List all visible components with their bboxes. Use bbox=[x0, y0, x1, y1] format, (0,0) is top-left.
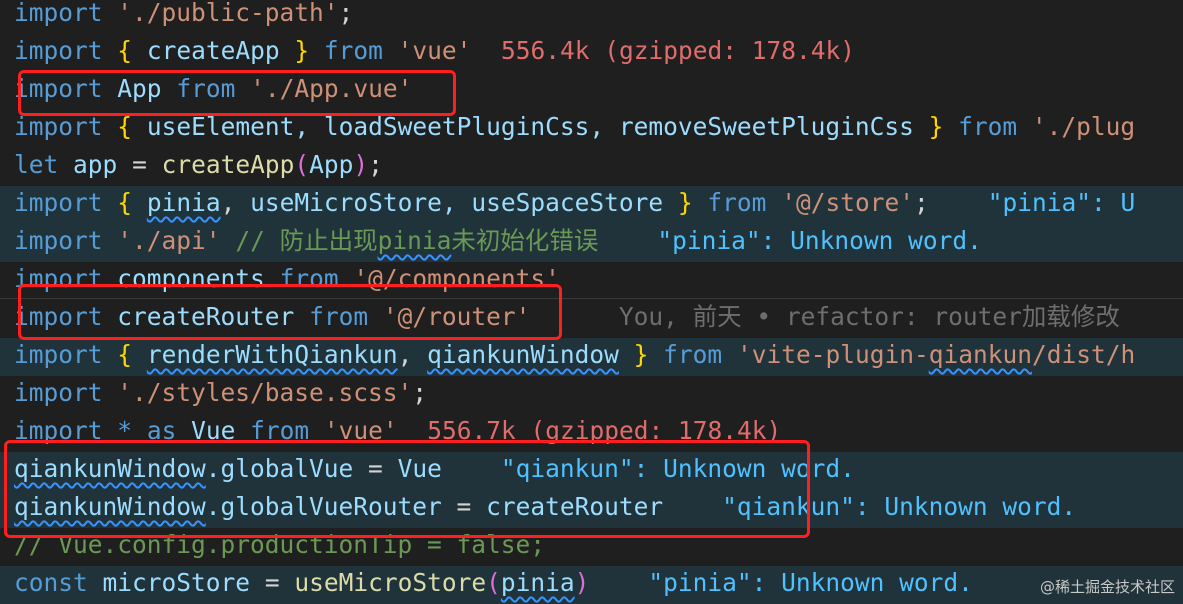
punctuation: , bbox=[397, 340, 413, 369]
keyword: import bbox=[14, 36, 103, 65]
keyword: import bbox=[14, 226, 103, 255]
comment: 未初始化错误 bbox=[451, 226, 599, 255]
identifier-spell-warning[interactable]: renderWithQiankun bbox=[147, 340, 398, 369]
code-line-16[interactable]: const microStore = useMicroStore(pinia) … bbox=[0, 566, 1183, 604]
diagnostic-message: "pinia": Unknown word. bbox=[657, 226, 982, 255]
string: 'vue' bbox=[397, 36, 472, 65]
string: './plug bbox=[1031, 112, 1136, 141]
comment-spell-warning[interactable]: pinia bbox=[378, 226, 452, 255]
brace: { bbox=[117, 188, 133, 217]
paren: ) bbox=[574, 568, 590, 597]
identifier-spell-warning[interactable]: pinia bbox=[147, 188, 221, 217]
paren: ) bbox=[353, 150, 369, 179]
function-call: useMicroStore bbox=[294, 568, 487, 597]
keyword: import bbox=[14, 340, 103, 369]
keyword: from bbox=[663, 340, 723, 369]
watermark: @稀土掘金技术社区 bbox=[1039, 578, 1175, 596]
operator: = bbox=[264, 568, 280, 597]
string: './api' bbox=[117, 226, 221, 255]
string: 'vite-plugin- bbox=[736, 340, 929, 369]
punctuation: ; bbox=[412, 378, 428, 407]
string: './styles/base.scss' bbox=[117, 378, 413, 407]
string-spell-warning[interactable]: qiankun bbox=[929, 340, 1032, 369]
punctuation: ; bbox=[913, 188, 929, 217]
punctuation: , bbox=[220, 188, 236, 217]
brace: } bbox=[928, 112, 944, 141]
identifier: createApp bbox=[146, 36, 280, 65]
paren: ( bbox=[486, 568, 501, 597]
operator: = bbox=[132, 150, 147, 179]
code-line-11[interactable]: import './styles/base.scss'; bbox=[0, 376, 1183, 414]
code-line-10[interactable]: import { renderWithQiankun, qiankunWindo… bbox=[0, 338, 1183, 376]
keyword: import bbox=[14, 112, 103, 141]
identifier: app bbox=[73, 150, 118, 179]
annotation-box-router-import bbox=[18, 284, 562, 340]
keyword: let bbox=[14, 150, 59, 179]
keyword: from bbox=[323, 36, 383, 65]
keyword: const bbox=[14, 568, 88, 597]
string: '@/store' bbox=[781, 188, 914, 217]
identifier-list: useElement, loadSweetPluginCss, removeSw… bbox=[146, 112, 914, 141]
string: /dist/h bbox=[1031, 340, 1136, 369]
annotation-box-qiankun-globals bbox=[4, 440, 810, 538]
brace: } bbox=[294, 36, 310, 65]
git-blame-annotation[interactable]: You, 前天 • refactor: router加载修改 bbox=[619, 302, 1120, 331]
punctuation: ; bbox=[368, 150, 383, 179]
code-line-7[interactable]: import './api' // 防止出现pinia未初始化错误 "pinia… bbox=[0, 224, 1183, 262]
comment: // 防止出现 bbox=[235, 226, 378, 255]
identifier-list: useMicroStore, useSpaceStore bbox=[250, 188, 664, 217]
annotation-box-app-import bbox=[18, 70, 456, 116]
keyword: import bbox=[14, 0, 103, 27]
brace: { bbox=[117, 36, 133, 65]
code-editor[interactable]: import './public-path'; import { createA… bbox=[0, 0, 1183, 604]
brace: { bbox=[117, 340, 133, 369]
diagnostic-message: "pinia": Unknown word. bbox=[648, 568, 973, 597]
identifier: App bbox=[309, 150, 354, 179]
code-line-6[interactable]: import { pinia, useMicroStore, useSpaceS… bbox=[0, 186, 1183, 224]
string: './public-path' bbox=[117, 0, 339, 27]
punctuation: ; bbox=[338, 0, 354, 27]
function-call: createApp bbox=[161, 150, 295, 179]
keyword: import bbox=[14, 378, 103, 407]
identifier-spell-warning[interactable]: pinia bbox=[501, 568, 575, 597]
code-line-2[interactable]: import { createApp } from 'vue' 556.4k (… bbox=[0, 34, 1183, 72]
diagnostic-message: "pinia": U bbox=[987, 188, 1136, 217]
import-cost-badge: 556.4k (gzipped: 178.4k) bbox=[500, 36, 855, 65]
paren: ( bbox=[294, 150, 310, 179]
brace: } bbox=[677, 188, 693, 217]
brace: { bbox=[117, 112, 133, 141]
brace: } bbox=[633, 340, 649, 369]
code-line-5[interactable]: let app = createApp(App); bbox=[0, 148, 1183, 186]
keyword: from bbox=[707, 188, 767, 217]
keyword: from bbox=[958, 112, 1018, 141]
identifier-spell-warning[interactable]: qiankunWindow bbox=[427, 340, 619, 369]
code-line-1[interactable]: import './public-path'; bbox=[0, 0, 1183, 34]
keyword: import bbox=[14, 188, 103, 217]
identifier: microStore bbox=[102, 568, 251, 597]
